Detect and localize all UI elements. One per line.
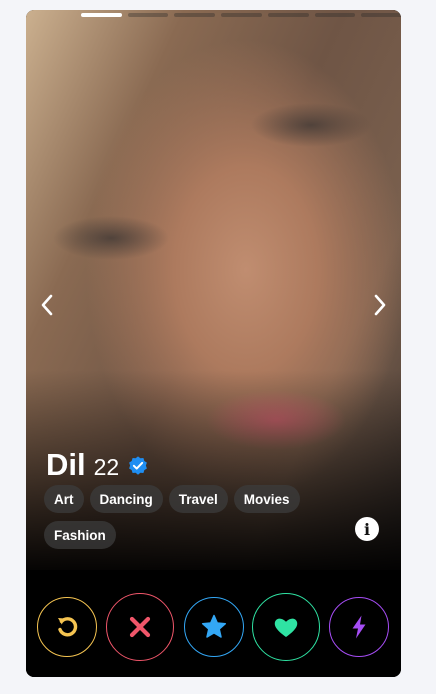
previous-photo-button[interactable] <box>36 294 58 316</box>
progress-segment[interactable] <box>221 13 262 17</box>
verified-badge-icon <box>129 456 148 475</box>
rewind-icon <box>58 617 78 637</box>
interest-tag: Movies <box>233 485 300 513</box>
close-icon <box>129 616 151 638</box>
info-icon: i <box>363 519 371 539</box>
interest-tag: Dancing <box>89 485 163 513</box>
profile-name: Dil <box>46 447 86 482</box>
heart-icon <box>274 618 298 637</box>
lightning-icon <box>352 615 366 639</box>
progress-segment[interactable] <box>174 13 216 17</box>
profile-age: 22 <box>93 454 120 480</box>
interest-tag: Fashion <box>44 521 116 549</box>
interest-tag: Travel <box>168 485 228 513</box>
super-like-button[interactable] <box>184 597 244 657</box>
rewind-button[interactable] <box>37 597 97 657</box>
like-button[interactable] <box>252 593 320 661</box>
progress-segment[interactable] <box>81 13 122 17</box>
progress-segment[interactable] <box>127 13 169 17</box>
profile-card[interactable]: Dil 22 Art Dancing Travel Movies Fashion i <box>26 10 401 677</box>
progress-segment[interactable] <box>267 13 309 17</box>
interest-tag: Art <box>44 485 84 513</box>
progress-segment[interactable] <box>314 13 356 17</box>
progress-segment[interactable] <box>361 13 401 17</box>
next-photo-button[interactable] <box>369 294 391 316</box>
boost-button[interactable] <box>329 597 389 657</box>
nope-button[interactable] <box>106 593 174 661</box>
photo-progress-bar <box>81 13 401 17</box>
info-button[interactable]: i <box>355 517 379 541</box>
chevron-right-icon <box>374 294 386 316</box>
interest-tags: Art Dancing Travel Movies Fashion <box>44 485 344 549</box>
profile-name-row: Dil 22 <box>46 447 149 483</box>
star-icon <box>201 614 227 638</box>
chevron-left-icon <box>41 294 53 316</box>
